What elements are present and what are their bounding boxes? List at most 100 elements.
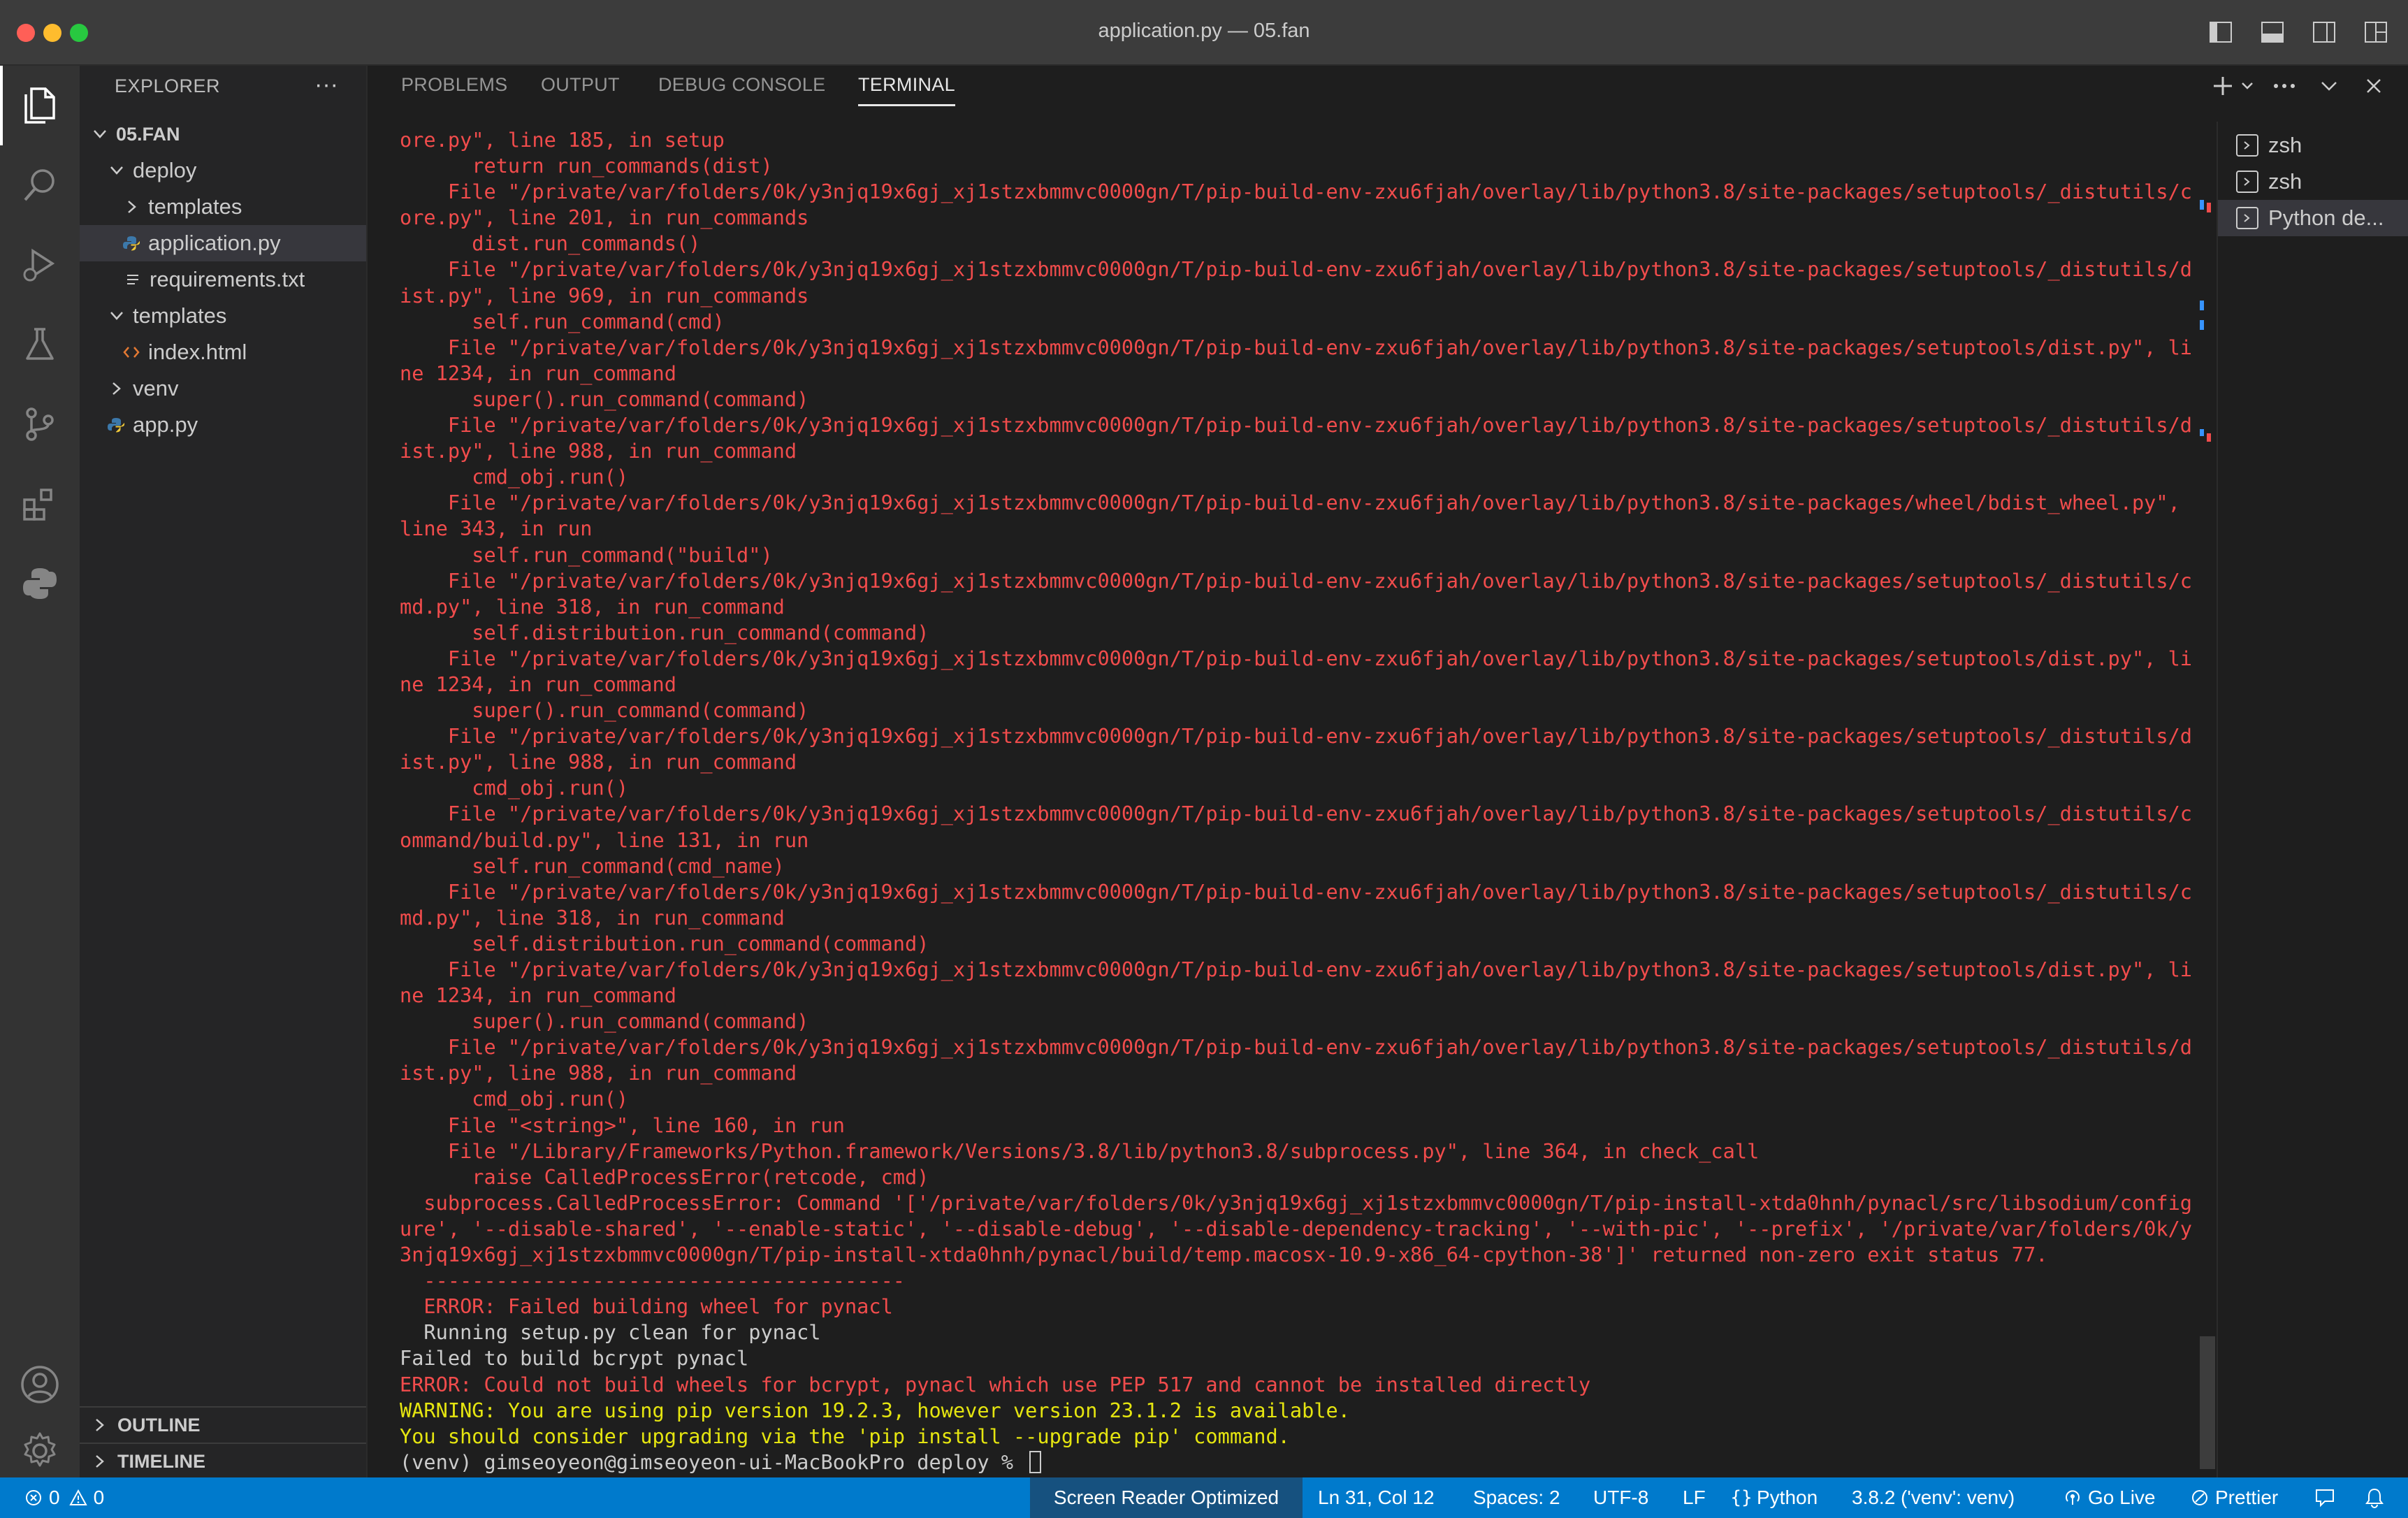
toggle-secondary-sidebar-icon[interactable]	[2309, 18, 2340, 46]
terminal-line-text: super().run_command(command)	[400, 698, 809, 723]
terminal-output[interactable]: ore.py", line 185, in setup return run_c…	[400, 127, 2192, 1475]
terminal-line: ERROR: Failed building wheel for pynacl	[400, 1294, 2192, 1320]
terminal-line: self.run_command("build")	[400, 542, 2192, 568]
go-live-button[interactable]: Go Live	[2063, 1477, 2156, 1518]
indentation-spaces[interactable]: Spaces: 2	[1473, 1477, 1560, 1518]
terminal-line: dist.run_commands()	[400, 231, 2192, 256]
terminal-view[interactable]: ore.py", line 185, in setup return run_c…	[368, 122, 2204, 1477]
terminal-line-text: ne 1234, in run_command	[400, 361, 676, 385]
feedback-icon[interactable]	[2314, 1477, 2335, 1518]
chevron-down-icon[interactable]	[2240, 68, 2254, 103]
end-of-line[interactable]: LF	[1683, 1477, 1706, 1518]
terminal-line-text: File "/private/var/folders/0k/y3njq19x6g…	[400, 646, 2193, 670]
maximize-panel-chevron-icon[interactable]	[2314, 68, 2344, 103]
close-panel-icon[interactable]	[2359, 68, 2388, 103]
file-encoding[interactable]: UTF-8	[1593, 1477, 1648, 1518]
terminal-line: super().run_command(command)	[400, 1009, 2192, 1034]
panel-actions	[2208, 68, 2388, 103]
terminal-line-text: (venv) gimseoyeon@gimseoyeon-ui-MacBookP…	[400, 1450, 1026, 1474]
terminal-item-zsh-1[interactable]: zsh	[2218, 127, 2408, 164]
testing-icon[interactable]	[0, 305, 80, 384]
tree-item-index-html[interactable]: index.html	[80, 334, 366, 370]
terminal-line: File "/private/var/folders/0k/y3njq19x6g…	[400, 723, 2192, 749]
terminal-scrollbar-thumb[interactable]	[2200, 1336, 2215, 1469]
terminal-line: super().run_command(command)	[400, 697, 2192, 723]
language-mode[interactable]: {} Python	[1730, 1477, 1818, 1518]
tree-item-deploy[interactable]: deploy	[80, 152, 366, 189]
tab-debug-console[interactable]: DEBUG CONSOLE	[658, 74, 825, 104]
terminal-line-text: ommand/build.py", line 131, in run	[400, 827, 809, 852]
search-icon[interactable]	[0, 145, 80, 225]
terminal-line-text: File "/private/var/folders/0k/y3njq19x6g…	[400, 413, 2193, 438]
notifications-bell-icon[interactable]	[2365, 1477, 2384, 1518]
tree-item-label: requirements.txt	[150, 267, 305, 291]
language-label: Python	[1757, 1487, 1818, 1508]
terminal-line: File "/private/var/folders/0k/y3njq19x6g…	[400, 335, 2192, 361]
terminal-line-text: File "/private/var/folders/0k/y3njq19x6g…	[400, 957, 2193, 981]
terminal-line-text: Running setup.py clean for pynacl	[400, 1320, 821, 1345]
terminal-line-text: ne 1234, in run_command	[400, 983, 676, 1008]
folder-root[interactable]: 05.FAN	[80, 116, 366, 152]
tab-terminal[interactable]: TERMINAL	[858, 74, 955, 106]
terminal-line: ist.py", line 969, in run_commands	[400, 283, 2192, 309]
problems-status[interactable]: 0 0	[24, 1477, 104, 1518]
explorer-more-actions-button[interactable]: ···	[314, 71, 338, 99]
terminal-line: WARNING: You are using pip version 19.2.…	[400, 1398, 2192, 1424]
python-file-icon	[122, 233, 141, 253]
screen-reader-mode[interactable]: Screen Reader Optimized	[1030, 1477, 1303, 1518]
python-icon[interactable]	[0, 544, 80, 623]
terminal-line: self.run_command(cmd)	[400, 309, 2192, 335]
terminal-line: md.py", line 318, in run_command	[400, 594, 2192, 620]
terminal-line-text: 3njq19x6gj_xj1stzxbmmvc0000gn/T/pip-inst…	[400, 1243, 2048, 1267]
tab-problems[interactable]: PROBLEMS	[401, 74, 507, 104]
tree-item-app-py[interactable]: app.py	[80, 407, 366, 443]
terminal-line-text: You should consider upgrading via the 'p…	[400, 1424, 1290, 1448]
terminal-icon	[2236, 171, 2258, 193]
terminal-line: File "/private/var/folders/0k/y3njq19x6g…	[400, 490, 2192, 516]
python-interpreter[interactable]: 3.8.2 ('venv': venv)	[1852, 1477, 2015, 1518]
outline-section-header[interactable]: OUTLINE	[80, 1406, 366, 1443]
run-debug-icon[interactable]	[0, 225, 80, 305]
terminal-line-text: ERROR: Failed building wheel for pynacl	[400, 1294, 893, 1319]
outline-label: OUTLINE	[117, 1414, 201, 1436]
prettier-status[interactable]: Prettier	[2190, 1477, 2278, 1518]
new-terminal-plus-icon[interactable]	[2208, 68, 2237, 103]
terminal-line-text: subprocess.CalledProcessError: Command '…	[400, 1190, 2193, 1215]
explorer-icon[interactable]	[0, 66, 80, 145]
cursor-position[interactable]: Ln 31, Col 12	[1318, 1477, 1435, 1518]
terminal-line: File "/private/var/folders/0k/y3njq19x6g…	[400, 179, 2192, 205]
terminal-line: raise CalledProcessError(retcode, cmd)	[400, 1164, 2192, 1190]
terminal-cursor	[1029, 1450, 1042, 1473]
terminal-line-text: File "<string>", line 160, in run	[400, 1113, 845, 1137]
tree-item-label: deploy	[133, 158, 197, 182]
timeline-section-header[interactable]: TIMELINE	[80, 1443, 366, 1479]
settings-gear-icon[interactable]	[0, 1424, 80, 1477]
terminal-line-text: File "/private/var/folders/0k/y3njq19x6g…	[400, 724, 2193, 749]
tree-item-application-py[interactable]: application.py	[80, 225, 366, 261]
tree-item-templates-root[interactable]: templates	[80, 298, 366, 334]
terminal-line-text: cmd_obj.run()	[400, 776, 629, 800]
layout-controls	[2205, 18, 2391, 46]
terminal-item-python-debug[interactable]: Python de...	[2218, 200, 2408, 236]
terminal-line: File "<string>", line 160, in run	[400, 1113, 2192, 1138]
terminal-item-label: zsh	[2268, 169, 2302, 194]
terminal-item-zsh-2[interactable]: zsh	[2218, 164, 2408, 200]
source-control-icon[interactable]	[0, 384, 80, 464]
tab-output[interactable]: OUTPUT	[541, 74, 620, 104]
tree-item-venv[interactable]: venv	[80, 370, 366, 407]
toggle-primary-sidebar-icon[interactable]	[2205, 18, 2236, 46]
tree-item-templates[interactable]: templates	[80, 189, 366, 225]
terminal-line: ne 1234, in run_command	[400, 361, 2192, 386]
terminal-line: cmd_obj.run()	[400, 775, 2192, 801]
tree-item-requirements-txt[interactable]: requirements.txt	[80, 261, 366, 298]
accounts-icon[interactable]	[0, 1345, 80, 1424]
customize-layout-icon[interactable]	[2360, 18, 2391, 46]
toggle-panel-icon[interactable]	[2257, 18, 2288, 46]
terminal-line-text: self.run_command("build")	[400, 542, 773, 567]
ruler-mark	[2200, 200, 2204, 210]
more-actions-icon[interactable]	[2270, 68, 2299, 103]
terminal-item-label: zsh	[2268, 133, 2302, 157]
terminal-line: Running setup.py clean for pynacl	[400, 1320, 2192, 1345]
extensions-icon[interactable]	[0, 464, 80, 544]
terminal-line: return run_commands(dist)	[400, 153, 2192, 179]
